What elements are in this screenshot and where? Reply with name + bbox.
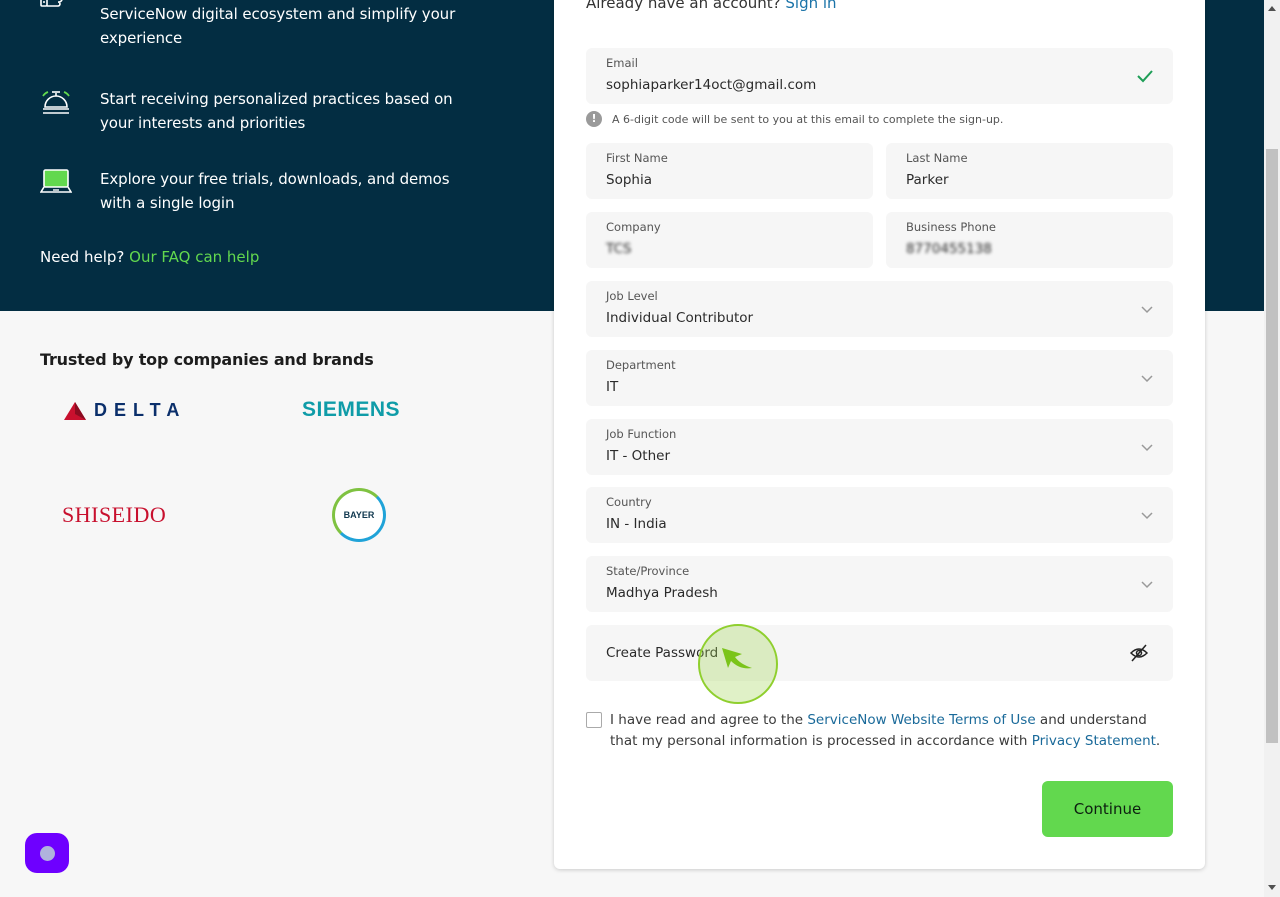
faq-link[interactable]: Our FAQ can help [129,248,259,266]
chevron-down-icon [1141,581,1153,589]
feature-text: Start receiving personalized practices b… [100,90,453,132]
scroll-thumb[interactable] [1266,149,1278,743]
chevron-down-icon [1141,375,1153,383]
feature-text: Explore your free trials, downloads, and… [100,170,450,212]
feature-item: Start receiving personalized practices b… [40,87,480,135]
delta-logo: DELTA [64,400,186,421]
eye-off-icon[interactable] [1129,644,1149,666]
service-bell-icon [40,87,100,135]
laptop-icon [39,167,100,215]
company-field[interactable]: Company TCS [586,212,873,268]
thumbs-up-icon [40,0,100,50]
department-select[interactable]: Department IT [586,350,1173,406]
consent-text: I have read and agree to the ServiceNow … [610,712,1161,749]
help-text: Need help? Our FAQ can help [40,248,259,266]
feature-item: ServiceNow digital ecosystem and simplif… [40,0,480,50]
email-field[interactable]: Email sophiaparker14oct@gmail.com [586,48,1173,104]
privacy-statement-link[interactable]: Privacy Statement [1032,733,1156,749]
scroll-up-arrow-icon[interactable] [1268,6,1276,11]
job-level-select[interactable]: Job Level Individual Contributor [586,281,1173,337]
continue-button[interactable]: Continue [1042,781,1173,837]
first-name-field[interactable]: First Name Sophia [586,143,873,199]
feature-item: Explore your free trials, downloads, and… [39,167,480,215]
password-field[interactable]: Create Password [586,625,1173,681]
cursor-arrow-icon [722,648,752,669]
already-have-account: Already have an account? Sign in [586,0,837,12]
page-scrollbar[interactable] [1264,0,1280,897]
job-function-select[interactable]: Job Function IT - Other [586,419,1173,475]
shiseido-logo: SHISEIDO [62,502,167,527]
chevron-down-icon [1141,306,1153,314]
consent-row: I have read and agree to the ServiceNow … [586,710,1176,752]
chevron-down-icon [1141,444,1153,452]
feature-text: ServiceNow digital ecosystem and simplif… [100,5,456,47]
trusted-heading: Trusted by top companies and brands [40,350,374,369]
checkmark-icon [1137,68,1153,87]
siemens-logo: SIEMENS [302,398,401,421]
email-note: ! A 6-digit code will be sent to you at … [586,111,1003,127]
state-select[interactable]: State/Province Madhya Pradesh [586,556,1173,612]
scroll-down-arrow-icon[interactable] [1268,885,1276,890]
last-name-field[interactable]: Last Name Parker [886,143,1173,199]
info-icon: ! [586,111,602,127]
consent-checkbox[interactable] [586,712,602,728]
help-label: Need help? [40,248,125,266]
sign-in-link[interactable]: Sign in [785,0,836,12]
country-select[interactable]: Country IN - India [586,487,1173,543]
cursor-highlight [698,624,778,704]
business-phone-field[interactable]: Business Phone 8770455138 [886,212,1173,268]
bayer-logo: BAYER [332,488,386,542]
chat-icon [39,845,55,861]
terms-of-use-link[interactable]: ServiceNow Website Terms of Use [807,712,1035,728]
chevron-down-icon [1141,512,1153,520]
chat-widget-button[interactable] [25,833,69,873]
